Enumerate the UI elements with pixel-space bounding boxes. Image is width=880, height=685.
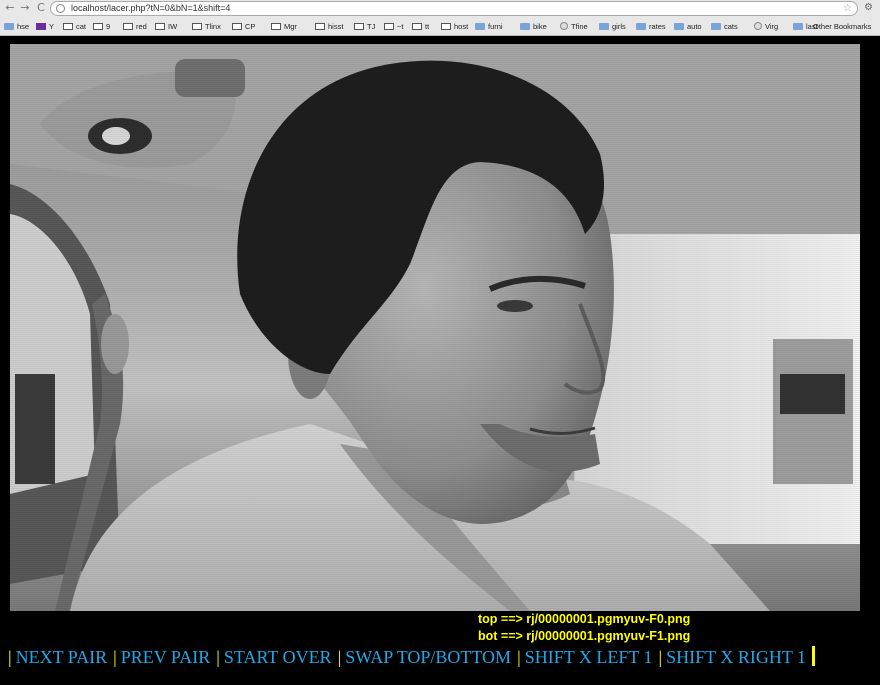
separator: | bbox=[8, 647, 12, 667]
globe-icon bbox=[754, 22, 762, 30]
bookmark-item[interactable]: Y bbox=[36, 21, 54, 33]
page-icon bbox=[192, 23, 202, 30]
bookmark-item[interactable]: rates bbox=[636, 21, 666, 33]
browser-chrome: ← → C localhost/lacer.php?tN=0&bN=1&shif… bbox=[0, 0, 880, 36]
bookmarks-bar: hse Ycat 9 red IW Tlinx CP Mgr hisst TJ ~t tt host fu… bbox=[0, 19, 880, 35]
separator: | bbox=[658, 647, 663, 667]
bookmark-item[interactable]: red bbox=[123, 21, 147, 33]
bookmark-label: CP bbox=[245, 22, 256, 31]
text-cursor bbox=[812, 646, 816, 666]
page-icon bbox=[63, 23, 73, 30]
folder-icon bbox=[599, 23, 609, 30]
photo-image bbox=[10, 44, 860, 611]
folder-icon bbox=[4, 23, 14, 30]
start-over-link[interactable]: START OVER bbox=[224, 647, 332, 667]
bookmark-label: hisst bbox=[328, 22, 344, 31]
interlaced-photo bbox=[10, 44, 860, 611]
bookmark-item[interactable]: Mgr bbox=[271, 21, 297, 33]
address-bar[interactable]: localhost/lacer.php?tN=0&bN=1&shift=4 ☆ bbox=[50, 1, 858, 16]
bookmark-item[interactable]: 9 bbox=[93, 21, 110, 33]
bookmark-label: Virg bbox=[765, 22, 779, 31]
folder-icon bbox=[520, 23, 530, 30]
page-icon bbox=[232, 23, 242, 30]
next-pair-link[interactable]: NEXT PAIR bbox=[16, 647, 108, 667]
bookmark-label: furni bbox=[488, 22, 503, 31]
page-icon bbox=[155, 23, 165, 30]
bookmark-item[interactable]: girls bbox=[599, 21, 626, 33]
bookmark-label: TJ bbox=[367, 22, 376, 31]
url-text[interactable]: localhost/lacer.php?tN=0&bN=1&shift=4 bbox=[71, 2, 230, 15]
bookmark-label: Y bbox=[49, 22, 55, 31]
bookmark-label: bike bbox=[533, 22, 547, 31]
bookmark-star-icon[interactable]: ☆ bbox=[843, 2, 852, 15]
bookmark-item[interactable]: Virg bbox=[754, 21, 778, 33]
folder-icon bbox=[636, 23, 646, 30]
controls-bar: | NEXT PAIR | PREV PAIR | START OVER | SWAP TOP… bbox=[8, 645, 816, 669]
page-globe-icon bbox=[56, 4, 65, 13]
bookmark-item[interactable]: tt bbox=[412, 21, 429, 33]
bottom-frame-caption: bot ==> rj/00000001.pgmyuv-F1.png bbox=[478, 629, 691, 643]
folder-icon bbox=[475, 23, 485, 30]
top-frame-caption: top ==> rj/00000001.pgmyuv-F0.png bbox=[478, 612, 691, 626]
folder-icon bbox=[711, 23, 721, 30]
prev-pair-link[interactable]: PREV PAIR bbox=[121, 647, 211, 667]
navigation-bar: ← → C localhost/lacer.php?tN=0&bN=1&shif… bbox=[0, 0, 880, 18]
forward-arrow-icon[interactable]: → bbox=[19, 2, 31, 14]
page-icon bbox=[271, 23, 281, 30]
bookmark-item[interactable]: hisst bbox=[315, 21, 343, 33]
swap-top-bottom-link[interactable]: SWAP TOP/BOTTOM bbox=[345, 647, 511, 667]
bookmark-item[interactable]: bike bbox=[520, 21, 547, 33]
page-icon bbox=[441, 23, 451, 30]
bookmark-item[interactable]: host bbox=[441, 21, 468, 33]
page-icon bbox=[354, 23, 364, 30]
shift-x-left-link[interactable]: SHIFT X LEFT 1 bbox=[525, 647, 653, 667]
bookmark-label: Tfine bbox=[571, 22, 588, 31]
separator: | bbox=[216, 647, 220, 667]
bookmark-label: red bbox=[136, 22, 147, 31]
bookmark-item[interactable]: furni bbox=[475, 21, 503, 33]
separator: | bbox=[113, 647, 117, 667]
bookmark-label: girls bbox=[612, 22, 626, 31]
bookmark-label: tt bbox=[425, 22, 430, 31]
bookmark-item[interactable]: ~t bbox=[384, 21, 403, 33]
bookmark-item[interactable]: Tlinx bbox=[192, 21, 221, 33]
bookmark-label: 9 bbox=[106, 22, 111, 31]
shift-x-right-link[interactable]: SHIFT X RIGHT 1 bbox=[666, 647, 806, 667]
bookmark-item[interactable]: IW bbox=[155, 21, 177, 33]
back-arrow-icon[interactable]: ← bbox=[4, 2, 16, 14]
bookmark-label: hse bbox=[17, 22, 30, 31]
globe-icon bbox=[560, 22, 568, 30]
bookmark-label: auto bbox=[687, 22, 702, 31]
bookmark-item[interactable]: Tfine bbox=[560, 21, 588, 33]
bookmark-label: ~t bbox=[397, 22, 404, 31]
other-bookmarks-folder[interactable]: Other Bookmarks bbox=[813, 21, 871, 33]
bookmark-item[interactable]: hse bbox=[4, 21, 29, 33]
page-icon bbox=[412, 23, 422, 30]
bookmark-label: Mgr bbox=[284, 22, 297, 31]
bookmark-item[interactable]: CP bbox=[232, 21, 255, 33]
page-icon bbox=[93, 23, 103, 30]
bookmark-item[interactable]: cat bbox=[63, 21, 86, 33]
bookmark-label: rates bbox=[649, 22, 666, 31]
separator: | bbox=[517, 647, 521, 667]
bookmark-item[interactable]: cats bbox=[711, 21, 738, 33]
bookmark-item[interactable]: TJ bbox=[354, 21, 375, 33]
bookmark-label: host bbox=[454, 22, 469, 31]
bookmark-label: cats bbox=[724, 22, 738, 31]
separator: | bbox=[337, 647, 342, 667]
reload-icon[interactable]: C bbox=[35, 2, 47, 14]
page-icon bbox=[384, 23, 394, 30]
yahoo-icon bbox=[36, 23, 46, 30]
page-icon bbox=[123, 23, 133, 30]
bookmark-label: Tlinx bbox=[205, 22, 221, 31]
bookmark-label: IW bbox=[168, 22, 178, 31]
page-icon bbox=[315, 23, 325, 30]
wrench-icon[interactable]: ⚙ bbox=[864, 2, 873, 14]
folder-icon bbox=[793, 23, 803, 30]
bookmark-item[interactable]: auto bbox=[674, 21, 702, 33]
folder-icon bbox=[674, 23, 684, 30]
bookmark-label: cat bbox=[76, 22, 87, 31]
